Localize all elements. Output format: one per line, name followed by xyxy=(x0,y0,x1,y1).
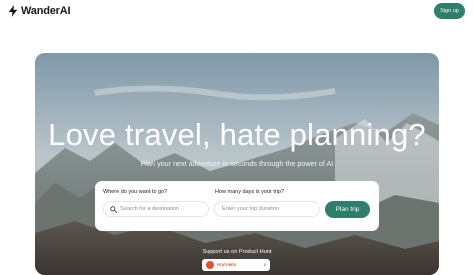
destination-placeholder: Search for a destination xyxy=(120,206,180,212)
top-navbar: WanderAI Sign up xyxy=(0,0,474,28)
sign-up-button[interactable]: Sign up xyxy=(434,3,465,19)
trip-search-form: Where do you want to go? How many days i… xyxy=(95,181,379,231)
plan-trip-button[interactable]: Plan trip xyxy=(325,201,370,218)
brand-name: WanderAI xyxy=(21,5,71,17)
lightning-bolt-icon xyxy=(8,5,18,17)
destination-label: Where do you want to go? xyxy=(103,189,168,195)
destination-input[interactable]: Search for a destination xyxy=(103,201,209,217)
trip-days-input[interactable]: Enter your trip duration xyxy=(214,201,320,217)
trip-days-placeholder: Enter your trip duration xyxy=(222,206,279,212)
hero-headline: Love travel, hate planning? xyxy=(48,117,426,152)
product-hunt-badge-text: FEATURED xyxy=(217,263,237,267)
hero-subheadline: Plan your next adventure in seconds thro… xyxy=(140,159,334,168)
brand-logo[interactable]: WanderAI xyxy=(8,5,71,17)
product-hunt-icon xyxy=(206,261,214,269)
trip-days-label: How many days is your trip? xyxy=(215,189,285,195)
product-hunt-label: Support us on Product Hunt xyxy=(202,249,272,255)
search-icon xyxy=(110,205,120,213)
product-hunt-badge[interactable]: FEATURED 6 xyxy=(202,259,270,271)
hero-section: Love travel, hate planning? Plan your ne… xyxy=(35,53,439,275)
product-hunt-upvote-count: 6 xyxy=(264,263,266,267)
